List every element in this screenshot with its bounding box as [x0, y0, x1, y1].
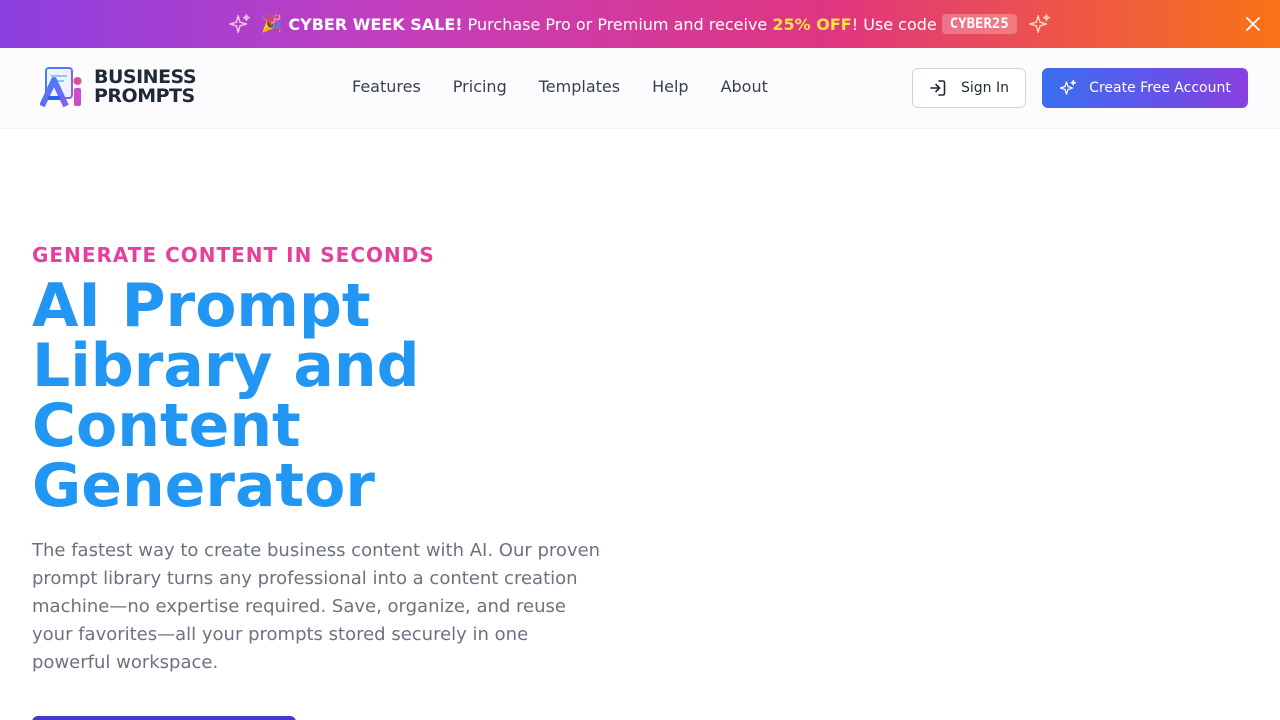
- logo-wordmark: BUSINESS PROMPTS: [94, 68, 197, 107]
- sparkle-icon: [229, 14, 251, 33]
- promo-content: 🎉 CYBER WEEK SALE! Purchase Pro or Premi…: [229, 13, 1051, 35]
- create-account-button[interactable]: Create Free Account: [1042, 68, 1248, 108]
- logo-line-2: PROMPTS: [94, 85, 195, 107]
- logo[interactable]: BUSINESS PROMPTS: [40, 66, 197, 108]
- promo-banner: 🎉 CYBER WEEK SALE! Purchase Pro or Premi…: [0, 0, 1280, 48]
- hero-title-line: AI Prompt: [32, 271, 371, 341]
- promo-discount: 25% OFF: [772, 14, 852, 34]
- hero-title-line: Generator: [32, 451, 375, 521]
- create-account-label: Create Free Account: [1089, 80, 1231, 96]
- nav-about[interactable]: About: [721, 77, 768, 96]
- close-icon[interactable]: [1244, 15, 1262, 33]
- nav-help[interactable]: Help: [652, 77, 688, 96]
- sign-in-icon: [930, 80, 946, 96]
- sparkles-icon: [1060, 79, 1077, 95]
- hero-title: AI Prompt Library and Content Generator: [32, 276, 552, 516]
- logo-mark-icon: [40, 67, 82, 108]
- hero-title-line: Content: [32, 391, 301, 461]
- promo-text-after: ! Use code: [851, 14, 937, 34]
- hero-cta-button[interactable]: [32, 716, 296, 720]
- site-header: BUSINESS PROMPTS Features Pricing Templa…: [0, 48, 1280, 129]
- nav-features[interactable]: Features: [352, 77, 421, 96]
- sign-in-button[interactable]: Sign In: [912, 68, 1026, 108]
- party-popper-icon: 🎉: [261, 14, 283, 34]
- nav-templates[interactable]: Templates: [539, 77, 620, 96]
- promo-text: Purchase Pro or Premium and receive: [467, 14, 768, 34]
- hero-title-line: Library and: [32, 331, 420, 401]
- main-nav: Features Pricing Templates Help About: [352, 77, 768, 96]
- sign-in-label: Sign In: [961, 80, 1009, 96]
- sparkle-icon: [1028, 14, 1050, 33]
- hero-eyebrow: GENERATE CONTENT IN SECONDS: [32, 243, 435, 267]
- promo-code-badge: CYBER25: [941, 14, 1017, 34]
- nav-pricing[interactable]: Pricing: [453, 77, 507, 96]
- hero-description: The fastest way to create business conte…: [32, 540, 601, 673]
- promo-headline: CYBER WEEK SALE!: [288, 14, 463, 34]
